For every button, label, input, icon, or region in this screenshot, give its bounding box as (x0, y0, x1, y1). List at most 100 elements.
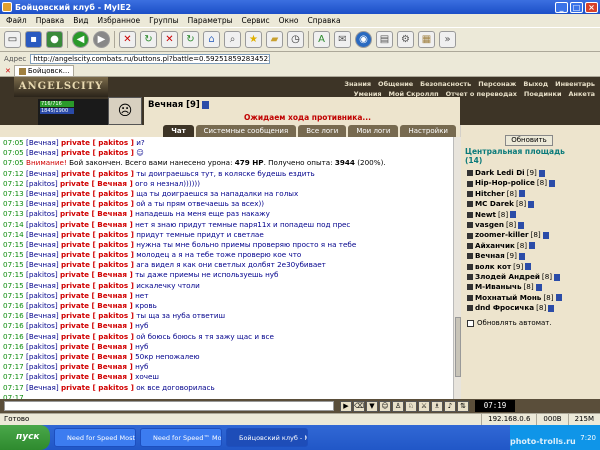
close-button[interactable]: × (585, 1, 598, 13)
user-list-item[interactable]: Вечная [9] (467, 251, 597, 261)
nav-fights[interactable]: Поединки (524, 90, 562, 98)
maximize-button[interactable]: □ (570, 1, 583, 13)
user-list-item[interactable]: zoomer-killer [8] (467, 230, 597, 240)
user-name[interactable]: Мохнатый Монь (475, 293, 541, 303)
chat-sender[interactable]: [Вечная] (26, 199, 59, 208)
chat-sender[interactable]: [pakitos] (26, 321, 58, 330)
tab-chat[interactable]: Чат (163, 125, 194, 137)
user-info-icon[interactable] (518, 221, 525, 229)
menu-file[interactable]: Файл (6, 16, 27, 25)
chat-sender[interactable]: [Вечная] (26, 189, 59, 198)
user-info-icon[interactable] (555, 294, 562, 302)
font-icon[interactable]: A (313, 31, 330, 48)
chat-sender[interactable]: [Вечная] (26, 230, 59, 239)
chat-input[interactable] (4, 401, 334, 411)
menu-tools[interactable]: Сервис (242, 16, 270, 25)
clear-icon[interactable]: ⌫ (353, 400, 365, 412)
chat-sender[interactable]: [pakitos] (26, 291, 58, 300)
tab-all-logs[interactable]: Все логи (298, 125, 347, 137)
history-icon[interactable]: ◷ (287, 31, 304, 48)
user-name[interactable]: vasgen (475, 220, 504, 230)
nav-exit[interactable]: Выход (523, 80, 548, 88)
private-tag[interactable]: private [ pakitos ] (61, 383, 134, 392)
private-tag[interactable]: private [ pakitos ] (61, 230, 134, 239)
chat-sender[interactable]: [Вечная] (26, 138, 59, 147)
user-list-item[interactable]: MC Darek [8] (467, 199, 597, 209)
private-tag[interactable]: private [ Вечная ] (60, 372, 133, 381)
user-info-icon[interactable] (548, 304, 555, 312)
user-list-item[interactable]: Dark Ledi Di [9] (467, 168, 597, 178)
private-tag[interactable]: private [ pakitos ] (61, 169, 134, 178)
private-tag[interactable]: private [ Вечная ] (60, 301, 133, 310)
fight-icon[interactable]: ⚔ (418, 400, 430, 412)
private-tag[interactable]: private [ pakitos ] (61, 138, 134, 147)
private-tag[interactable]: private [ pakitos ] (61, 240, 134, 249)
user-name[interactable]: Злодей Андрей (475, 272, 540, 282)
address-input[interactable]: http://angelscity.combats.ru/buttons.pl?… (30, 53, 271, 64)
chat-sender[interactable]: [pakitos] (26, 220, 58, 229)
user-info-icon[interactable] (542, 232, 549, 240)
send-icon[interactable]: ▶ (340, 400, 352, 412)
taskbar-item-nfs1[interactable]: Need for Speed Most ... (54, 428, 136, 447)
user-name[interactable]: MC Darek (475, 199, 514, 209)
folder-icon[interactable]: ▰ (266, 31, 283, 48)
scroll-icon[interactable]: ⇅ (457, 400, 469, 412)
user-name[interactable]: zoomer-killer (475, 230, 529, 240)
user-list-item[interactable]: Мохнатый Монь [8] (467, 293, 597, 303)
user-name[interactable]: М-Иванычь (475, 282, 522, 292)
user-list-item[interactable]: vasgen [8] (467, 220, 597, 230)
private-tag[interactable]: private [ Вечная ] (60, 209, 133, 218)
chat-sender[interactable]: [Вечная] (26, 332, 59, 341)
info-icon[interactable] (201, 100, 209, 109)
menu-view[interactable]: Вид (73, 16, 88, 25)
chat-sender[interactable]: [pakitos] (26, 362, 58, 371)
chat-sender[interactable]: [pakitos] (26, 352, 58, 361)
stop-icon[interactable]: ✕ (119, 31, 136, 48)
user-list-item[interactable]: М-Иванычь [8] (467, 282, 597, 292)
user-list-item[interactable]: Hitcher [8] (467, 189, 597, 199)
refresh-icon[interactable]: ↻ (140, 31, 157, 48)
private-tag[interactable]: private [ Вечная ] (60, 362, 133, 371)
new-window-icon[interactable]: ▭ (4, 31, 21, 48)
back-icon[interactable]: ◀ (72, 31, 89, 48)
tab-system[interactable]: Системные сообщения (195, 125, 297, 137)
chat-sender[interactable]: [Вечная] (26, 281, 59, 290)
private-tag[interactable]: private [ pakitos ] (61, 199, 134, 208)
chat-sender[interactable]: [pakitos] (26, 209, 58, 218)
chat-sender[interactable]: [Вечная] (26, 311, 59, 320)
mail-icon[interactable]: ✉ (334, 31, 351, 48)
user-name[interactable]: Hip-Hop-police (475, 178, 535, 188)
private-tag[interactable]: private [ Вечная ] (60, 291, 133, 300)
refresh-button[interactable]: Обновить (505, 135, 553, 146)
tools-icon[interactable]: ⚙ (397, 31, 414, 48)
user-info-icon[interactable] (510, 211, 517, 219)
menu-edit[interactable]: Правка (36, 16, 65, 25)
chat-sender[interactable]: [Вечная] (26, 250, 59, 259)
private-tag[interactable]: private [ Вечная ] (60, 342, 133, 351)
collect-icon[interactable]: ▦ (418, 31, 435, 48)
private-tag[interactable]: private [ Вечная ] (60, 270, 133, 279)
user-list-item[interactable]: волк кот [9] (467, 262, 597, 272)
nav-security[interactable]: Безопасность (420, 80, 471, 88)
user-list-item[interactable]: Злодей Андрей [8] (467, 272, 597, 282)
close-tab-icon[interactable]: ✕ (5, 67, 11, 75)
start-button[interactable]: пуск (0, 425, 50, 450)
user-list-item[interactable]: Hip-Hop-police [8] (467, 178, 597, 188)
browser-tab[interactable]: Бойцовск... (13, 65, 75, 76)
user-name[interactable]: волк кот (475, 262, 511, 272)
chat-sender[interactable]: [Вечная] (26, 260, 59, 269)
nav-chat[interactable]: Общение (378, 80, 413, 88)
filter-icon[interactable]: ▼ (366, 400, 378, 412)
nav-inventory[interactable]: Инвентарь (555, 80, 595, 88)
user-name[interactable]: Dark Ledi Di (475, 168, 525, 178)
private-tag[interactable]: private [ pakitos ] (61, 311, 134, 320)
sound-icon[interactable]: ♪ (444, 400, 456, 412)
private-tag[interactable]: private [ pakitos ] (61, 250, 134, 259)
person-icon[interactable]: ♙ (392, 400, 404, 412)
chat-sender[interactable]: [pakitos] (26, 179, 58, 188)
chat-sender[interactable]: [Вечная] (26, 240, 59, 249)
chat-sender[interactable]: [pakitos] (26, 372, 58, 381)
walk-icon[interactable]: ♘ (405, 400, 417, 412)
minimize-button[interactable]: _ (555, 1, 568, 13)
forward-icon[interactable]: ▶ (93, 31, 110, 48)
